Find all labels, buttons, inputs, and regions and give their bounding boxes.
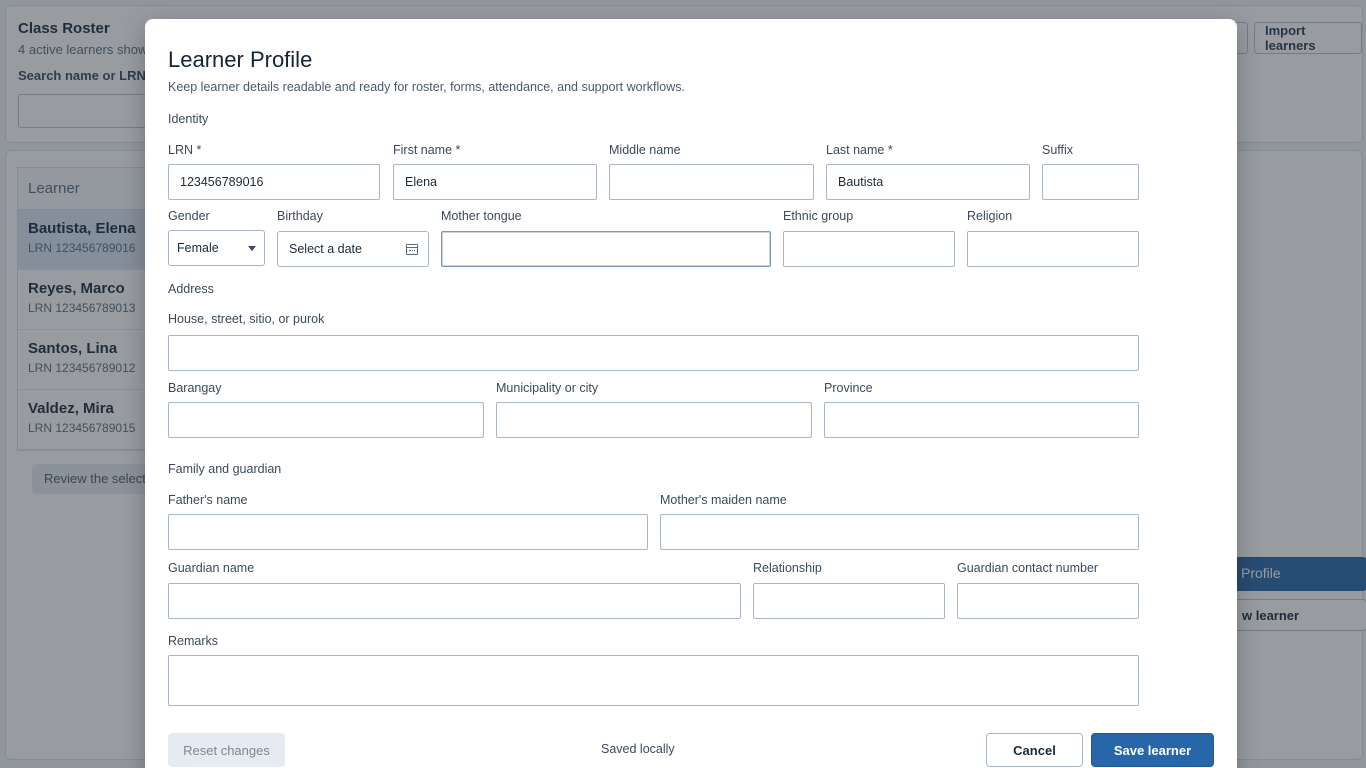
barangay-label: Barangay — [168, 381, 222, 395]
calendar-icon[interactable] — [406, 243, 418, 255]
house-field[interactable] — [168, 335, 1139, 371]
guardian-name-label: Guardian name — [168, 561, 255, 575]
learner-profile-dialog: Learner Profile Keep learner details rea… — [145, 19, 1237, 768]
house-label: House, street, sitio, or purok — [168, 312, 325, 326]
save-learner-button[interactable]: Save learner — [1091, 733, 1214, 767]
chevron-down-icon — [248, 245, 256, 251]
mother-tongue-label: Mother tongue — [441, 209, 522, 223]
dialog-subtitle: Keep learner details readable and ready … — [168, 80, 685, 94]
section-family: Family and guardian — [168, 462, 282, 476]
religion-field[interactable] — [967, 231, 1139, 267]
middle-name-field[interactable] — [609, 164, 814, 200]
province-field[interactable] — [824, 402, 1139, 438]
mother-name-label: Mother's maiden name — [660, 493, 787, 507]
first-name-label: First name * — [393, 143, 461, 157]
ethnic-group-field[interactable] — [783, 231, 955, 267]
first-name-field[interactable]: Elena — [393, 164, 597, 200]
religion-label: Religion — [967, 209, 1013, 223]
save-status: Saved locally — [601, 742, 675, 756]
guardian-contact-label: Guardian contact number — [957, 561, 1099, 575]
mother-tongue-field[interactable] — [441, 231, 771, 267]
barangay-field[interactable] — [168, 402, 484, 438]
gender-value: Female — [177, 241, 219, 255]
remarks-label: Remarks — [168, 634, 219, 648]
section-identity: Identity — [168, 112, 209, 126]
cancel-button[interactable]: Cancel — [986, 733, 1083, 767]
relationship-field[interactable] — [753, 583, 945, 619]
last-name-field[interactable]: Bautista — [826, 164, 1030, 200]
relationship-label: Relationship — [753, 561, 822, 575]
municipality-field[interactable] — [496, 402, 812, 438]
lrn-label: LRN * — [168, 143, 202, 157]
lrn-field[interactable]: 123456789016 — [168, 164, 380, 200]
gender-select[interactable]: Female — [168, 230, 265, 266]
birthday-placeholder: Select a date — [289, 242, 362, 256]
guardian-contact-field[interactable] — [957, 583, 1139, 619]
mother-name-field[interactable] — [660, 514, 1139, 550]
father-name-label: Father's name — [168, 493, 248, 507]
section-address: Address — [168, 282, 214, 296]
suffix-field[interactable] — [1042, 164, 1139, 200]
guardian-name-field[interactable] — [168, 583, 741, 619]
birthday-label: Birthday — [277, 209, 323, 223]
middle-name-label: Middle name — [609, 143, 681, 157]
province-label: Province — [824, 381, 873, 395]
remarks-textarea[interactable] — [168, 655, 1139, 706]
dialog-title: Learner Profile — [168, 47, 313, 72]
birthday-date-picker[interactable]: Select a date — [277, 231, 429, 267]
father-name-field[interactable] — [168, 514, 648, 550]
suffix-label: Suffix — [1042, 143, 1074, 157]
gender-label: Gender — [168, 209, 210, 223]
municipality-label: Municipality or city — [496, 381, 599, 395]
ethnic-group-label: Ethnic group — [783, 209, 854, 223]
reset-changes-button[interactable]: Reset changes — [168, 733, 285, 767]
last-name-label: Last name * — [826, 143, 893, 157]
